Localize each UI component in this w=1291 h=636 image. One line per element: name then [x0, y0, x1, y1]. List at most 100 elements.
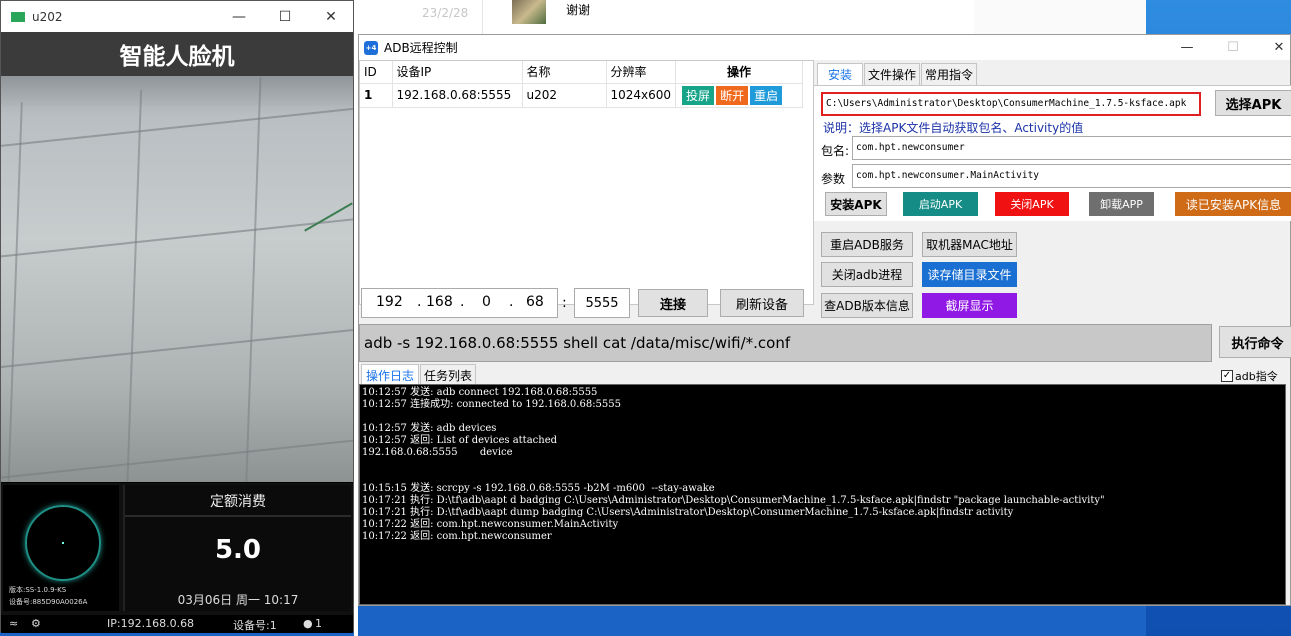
start-apk-button[interactable]: 启动APK	[903, 192, 978, 216]
install-apk-button[interactable]: 安装APK	[825, 192, 887, 216]
tab-file-ops[interactable]: 文件操作	[864, 63, 921, 85]
get-mac-button[interactable]: 取机器MAC地址	[922, 232, 1017, 257]
ip-dot: .	[509, 294, 514, 310]
col-actions: 操作	[675, 61, 803, 84]
close-button[interactable]: ✕	[308, 1, 354, 32]
log-line: 10:17:22 返回: com.hpt.newconsumer	[362, 531, 552, 542]
adb-command-label: adb指令	[1235, 370, 1278, 383]
chat-message: 谢谢	[558, 0, 599, 19]
chat-avatar	[512, 0, 546, 24]
read-installed-apk-button[interactable]: 读已安装APK信息	[1175, 192, 1291, 216]
package-field[interactable]: com.hpt.newconsumer	[852, 136, 1291, 160]
function-tabs: 安装 文件操作 常用指令	[817, 63, 978, 85]
chat-divider	[482, 0, 483, 34]
row-resolution: 1024x600	[606, 83, 677, 108]
adb-command-checkbox[interactable]: ✓ adb指令	[1221, 368, 1278, 384]
device-number-text: 设备号:885D90A0026A	[9, 598, 88, 606]
chat-side-pane	[974, 0, 1146, 34]
face-detect-panel: 版本:SS-1.0.9-KS 设备号:885D90A0026A	[3, 485, 119, 611]
param-field[interactable]: com.hpt.newconsumer.MainActivity	[852, 164, 1291, 188]
minimize-icon: —	[1180, 40, 1194, 55]
command-input[interactable]: adb -s 192.168.0.68:5555 shell cat /data…	[359, 324, 1212, 362]
version-text: 版本:SS-1.0.9-KS	[9, 586, 67, 594]
execute-command-button[interactable]: 执行命令	[1219, 326, 1291, 358]
background-chat-window: 23/2/28 谢谢	[354, 0, 1146, 34]
adb-close-button[interactable]: ✕	[1256, 35, 1291, 60]
close-adb-process-button[interactable]: 关闭adb进程	[821, 262, 913, 287]
install-note: 说明：选择APK文件自动获取包名、Activity的值	[823, 121, 1084, 135]
camera-preview	[1, 76, 353, 482]
maximize-icon: ☐	[278, 8, 292, 25]
refresh-devices-button[interactable]: 刷新设备	[720, 289, 804, 317]
cast-button[interactable]: 投屏	[682, 85, 715, 105]
tab-common-commands[interactable]: 常用指令	[921, 63, 978, 85]
consume-datetime: 03月06日 周一 10:17	[177, 593, 299, 607]
row-id: 1	[360, 83, 393, 108]
chat-date: 23/2/28	[422, 6, 469, 20]
maximize-icon: ☐	[1227, 40, 1239, 55]
restart-adb-button[interactable]: 重启ADB服务	[821, 232, 913, 257]
ip-octet-2: 168	[426, 294, 453, 310]
adb-maximize-button[interactable]: ☐	[1210, 35, 1256, 60]
user-icon: ●	[303, 617, 313, 630]
package-label: 包名:	[821, 144, 850, 158]
consume-divider	[125, 515, 351, 517]
log-line: 10:12:57 发送: adb devices	[362, 423, 497, 434]
adb-minimize-button[interactable]: —	[1164, 35, 1210, 60]
reboot-button[interactable]: 重启	[750, 85, 783, 105]
col-ip: 设备IP	[392, 61, 523, 84]
disconnect-button[interactable]: 断开	[716, 85, 749, 105]
adb-version-button[interactable]: 查ADB版本信息	[821, 293, 913, 318]
col-name: 名称	[522, 61, 607, 84]
close-apk-button[interactable]: 关闭APK	[995, 192, 1069, 216]
log-line: 10:12:57 返回: List of devices attached	[362, 435, 558, 446]
row-ip: 192.168.0.68:5555	[392, 83, 523, 108]
log-tabs: 操作日志 任务列表	[361, 364, 477, 386]
minimize-icon: —	[232, 8, 246, 25]
tab-task-list[interactable]: 任务列表	[420, 364, 477, 386]
table-header-row: ID 设备IP 名称 分辨率 操作	[360, 61, 803, 84]
consume-amount: 5.0	[214, 535, 262, 565]
read-storage-button[interactable]: 读存储目录文件	[922, 262, 1017, 287]
minimize-button[interactable]: —	[216, 1, 262, 32]
ip-octet-1: 192	[376, 294, 403, 310]
status-users: 1	[315, 617, 322, 630]
table-row[interactable]: 1 192.168.0.68:5555 u202 1024x600 投屏 断开 重启	[360, 83, 803, 108]
adb-titlebar[interactable]: +4 ADB远程控制 — ☐ ✕	[359, 35, 1290, 60]
consume-title: 定额消费	[210, 494, 266, 510]
tab-operation-log[interactable]: 操作日志	[361, 364, 420, 386]
install-panel: C:\Users\Administrator\Desktop\ConsumerM…	[814, 85, 1291, 221]
select-apk-button[interactable]: 选择APK	[1215, 90, 1291, 116]
port-input[interactable]: 5555	[574, 288, 630, 318]
ceiling-tiles	[1, 76, 353, 482]
device-table: ID 设备IP 名称 分辨率 操作 1 192.168.0.68:5555 u2…	[359, 60, 814, 305]
face-machine-window: u202 — ☐ ✕ 智能人脸机 版本:SS-1.0.9-KS 设备号:885D…	[0, 0, 354, 633]
consume-panel: 定额消费 5.0 03月06日 周一 10:17	[123, 485, 351, 611]
port-colon: :	[562, 295, 567, 311]
wifi-icon: ≈	[9, 617, 19, 630]
face-window-title: u202	[32, 9, 63, 24]
close-icon: ✕	[1273, 40, 1285, 55]
uninstall-app-button[interactable]: 卸载APP	[1089, 192, 1154, 216]
status-devices: 设备号:1	[233, 619, 277, 632]
apk-path-field[interactable]: C:\Users\Administrator\Desktop\ConsumerM…	[821, 92, 1201, 116]
log-line: 192.168.0.68:5555 device	[362, 447, 513, 458]
face-machine-header: 智能人脸机	[1, 32, 353, 76]
row-actions: 投屏 断开 重启	[675, 83, 803, 108]
connect-button[interactable]: 连接	[638, 289, 708, 317]
close-icon: ✕	[325, 8, 337, 25]
operation-log-console[interactable]: 10:12:57 发送: adb connect 192.168.0.68:55…	[359, 384, 1286, 605]
maximize-button[interactable]: ☐	[262, 1, 308, 32]
checkmark-icon: ✓	[1221, 370, 1233, 382]
screenshot-button[interactable]: 截屏显示	[922, 293, 1017, 318]
face-scan-ring-icon	[25, 505, 101, 581]
tab-install[interactable]: 安装	[817, 63, 864, 85]
status-ip: IP:192.168.0.68	[107, 617, 195, 630]
log-line: 10:15:15 发送: scrcpy -s 192.168.0.68:5555…	[362, 483, 715, 494]
ip-dot: .	[417, 294, 422, 310]
face-window-titlebar[interactable]: u202 — ☐ ✕	[1, 1, 353, 32]
ip-address-input[interactable]: 192 . 168 . 0 . 68	[361, 288, 558, 318]
ip-dot: .	[460, 294, 465, 310]
face-info-area: 版本:SS-1.0.9-KS 设备号:885D90A0026A 定额消费 5.0…	[1, 483, 353, 615]
